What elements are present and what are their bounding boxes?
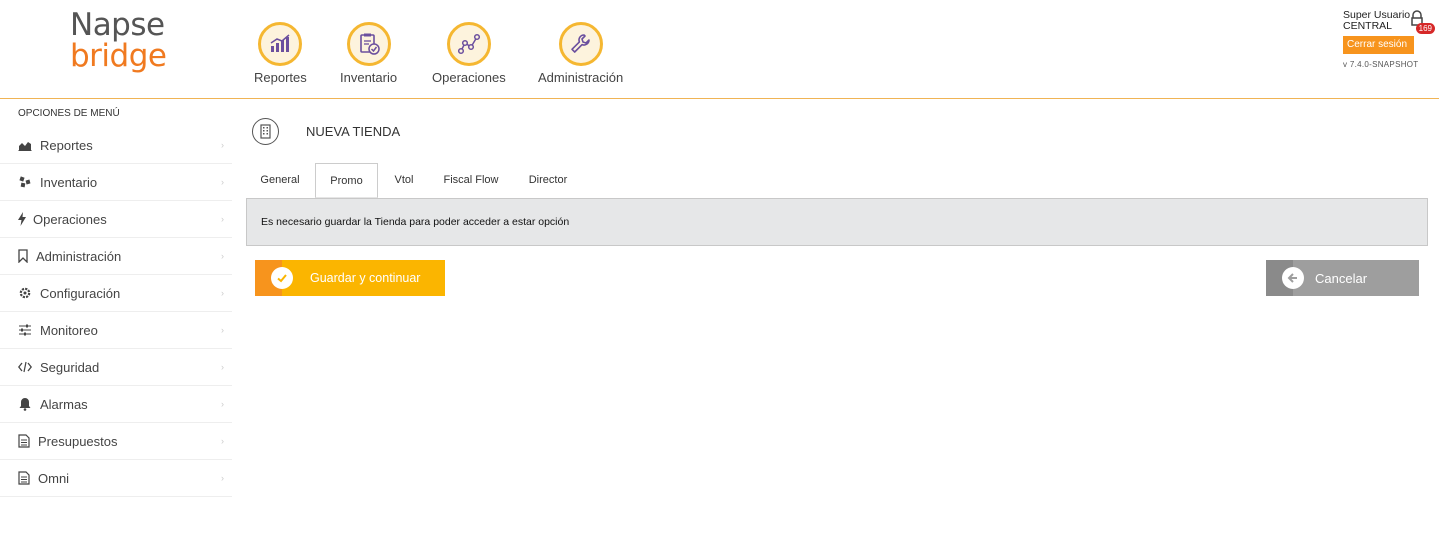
building-icon — [252, 118, 279, 145]
document-icon — [18, 434, 30, 448]
cancel-button[interactable]: Cancelar — [1266, 260, 1419, 296]
info-alert: Es necesario guardar la Tienda para pode… — [246, 198, 1428, 246]
code-icon — [18, 361, 32, 373]
check-icon — [271, 267, 293, 289]
sidebar-item-reportes[interactable]: Reportes › — [0, 127, 232, 164]
sidebar-item-administracion[interactable]: Administración › — [0, 238, 232, 275]
chevron-right-icon: › — [221, 362, 224, 372]
topnav-operaciones[interactable]: Operaciones — [432, 22, 506, 85]
wrench-icon — [558, 22, 603, 66]
cancel-icon-box — [1266, 260, 1304, 296]
chevron-right-icon: › — [221, 325, 224, 335]
sidebar-item-label: Omni — [38, 470, 70, 486]
sliders-icon — [19, 324, 31, 336]
sidebar: OPCIONES DE MENÚ Reportes › Inventario ›… — [0, 100, 232, 497]
topnav-label: Reportes — [254, 70, 307, 85]
tab-fiscal-flow[interactable]: Fiscal Flow — [430, 163, 512, 198]
chevron-right-icon: › — [221, 251, 224, 261]
save-continue-button[interactable]: Guardar y continuar — [255, 260, 445, 296]
bell-icon — [19, 398, 31, 411]
tab-general[interactable]: General — [246, 163, 314, 198]
document-icon — [18, 471, 30, 485]
chevron-right-icon: › — [221, 177, 224, 187]
save-continue-label: Guardar y continuar — [310, 271, 421, 285]
sidebar-item-label: Administración — [36, 248, 122, 264]
sidebar-item-configuracion[interactable]: Configuración › — [0, 275, 232, 312]
sidebar-item-label: Configuración — [40, 285, 121, 301]
tab-promo[interactable]: Promo — [315, 163, 378, 198]
sidebar-item-label: Presupuestos — [38, 433, 118, 449]
sidebar-item-operaciones[interactable]: Operaciones › — [0, 201, 232, 238]
chevron-right-icon: › — [221, 140, 224, 150]
chevron-right-icon: › — [221, 214, 224, 224]
sidebar-item-label: Inventario — [40, 174, 98, 190]
sidebar-item-monitoreo[interactable]: Monitoreo › — [0, 312, 232, 349]
area-chart-icon — [18, 142, 32, 151]
main-content: NUEVA TIENDA General Promo Vtol Fiscal F… — [246, 100, 1428, 296]
sidebar-item-label: Seguridad — [40, 359, 100, 375]
app-version: v 7.4.0-SNAPSHOT — [1343, 60, 1419, 69]
logo-line1: Napse — [70, 7, 165, 43]
tab-bar: General Promo Vtol Fiscal Flow Director — [246, 163, 1428, 198]
topnav-label: Operaciones — [432, 70, 506, 85]
tab-vtol[interactable]: Vtol — [379, 163, 429, 198]
sidebar-title: OPCIONES DE MENÚ — [18, 108, 120, 119]
page-title: NUEVA TIENDA — [306, 124, 401, 139]
gear-icon — [19, 287, 31, 299]
save-icon-box — [255, 260, 293, 296]
logo-line2: bridge — [70, 38, 167, 74]
topnav-reportes[interactable]: Reportes — [254, 22, 307, 85]
nodes-icon — [446, 22, 491, 66]
boxes-icon — [19, 176, 31, 188]
topnav-administracion[interactable]: Administración — [538, 22, 623, 85]
logout-button[interactable]: Cerrar sesión — [1343, 36, 1414, 54]
chevron-right-icon: › — [221, 288, 224, 298]
chevron-right-icon: › — [221, 436, 224, 446]
sidebar-item-alarmas[interactable]: Alarmas › — [0, 386, 232, 423]
sidebar-item-inventario[interactable]: Inventario › — [0, 164, 232, 201]
topnav-label: Inventario — [340, 70, 398, 85]
sidebar-item-label: Operaciones — [33, 211, 107, 227]
sidebar-item-seguridad[interactable]: Seguridad › — [0, 349, 232, 386]
sidebar-item-presupuestos[interactable]: Presupuestos › — [0, 423, 232, 460]
chart-icon — [258, 22, 303, 66]
topnav-inventario[interactable]: Inventario — [340, 22, 397, 85]
chevron-right-icon: › — [221, 473, 224, 483]
topnav-label: Administración — [538, 70, 624, 85]
page-header: NUEVA TIENDA — [246, 100, 1428, 163]
chevron-right-icon: › — [221, 399, 224, 409]
app-logo[interactable]: Napse bridge — [70, 7, 167, 74]
tab-director[interactable]: Director — [513, 163, 583, 198]
cancel-label: Cancelar — [1315, 270, 1368, 286]
sidebar-item-label: Alarmas — [40, 396, 88, 412]
sidebar-item-label: Monitoreo — [40, 322, 98, 338]
sidebar-item-omni[interactable]: Omni › — [0, 460, 232, 497]
top-header: Napse bridge Reportes Inventario Operaci… — [0, 0, 1439, 99]
bolt-icon — [18, 212, 26, 226]
sidebar-item-label: Reportes — [40, 137, 93, 153]
bookmark-icon — [18, 249, 28, 263]
arrow-left-icon — [1282, 267, 1304, 289]
notification-badge[interactable]: 169 — [1415, 23, 1435, 34]
user-panel: Super Usuario CENTRAL 169 Cerrar sesión … — [1343, 10, 1435, 69]
clipboard-check-icon — [346, 22, 391, 66]
